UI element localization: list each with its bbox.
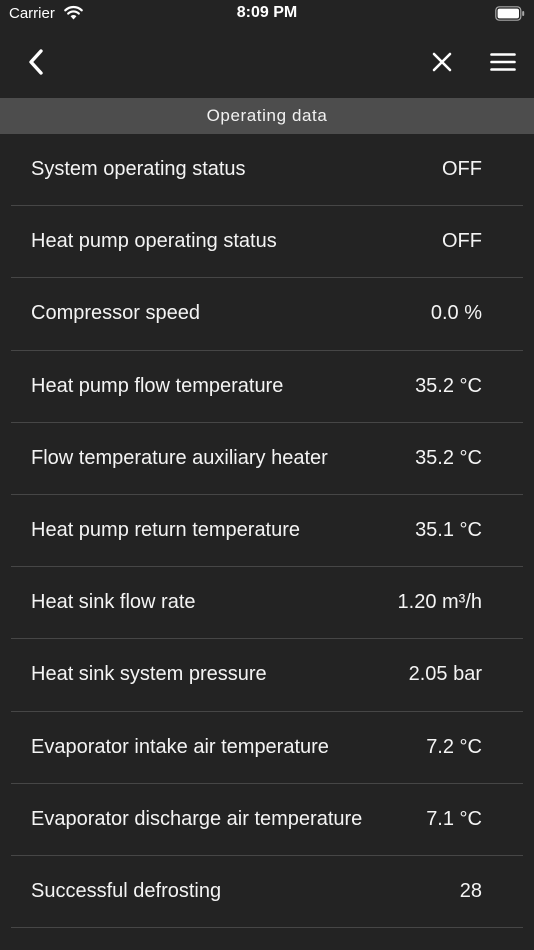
row-value: OFF — [442, 158, 482, 181]
back-button[interactable] — [18, 44, 54, 80]
section-header: Operating data — [0, 98, 534, 134]
row-label: System operating status — [31, 158, 246, 181]
navigation-bar — [0, 28, 534, 98]
row-label: Flow temperature auxiliary heater — [31, 446, 328, 469]
row-value: OFF — [442, 230, 482, 253]
row-label: Heat pump return temperature — [31, 519, 301, 542]
operating-data-list: System operating status OFF Heat pump op… — [0, 134, 534, 929]
close-icon — [432, 52, 452, 72]
screen: Carrier 8:09 PM Operating data System op… — [0, 0, 534, 950]
row-label: Heat sink system pressure — [31, 663, 267, 686]
list-item[interactable]: Flow temperature auxiliary heater 35.2 °… — [11, 423, 523, 495]
row-label: Compressor speed — [31, 302, 200, 325]
list-item[interactable]: Evaporator discharge air temperature 7.1… — [11, 784, 523, 856]
list-item[interactable]: Heat sink system pressure 2.05 bar — [11, 639, 523, 712]
list-item[interactable]: Heat pump flow temperature 35.2 °C — [11, 351, 523, 423]
row-value: 35.2 °C — [415, 374, 482, 397]
row-value: 7.1 °C — [426, 807, 482, 830]
row-value: 2.05 bar — [408, 663, 482, 686]
list-item[interactable]: Compressor speed 0.0 % — [11, 278, 523, 351]
row-label: Heat pump operating status — [31, 230, 277, 253]
row-value: 0.0 % — [430, 302, 482, 325]
list-item[interactable]: Successful defrosting 28 — [11, 856, 523, 929]
row-label: Evaporator intake air temperature — [31, 735, 329, 758]
chevron-left-icon — [29, 49, 43, 75]
row-label: Successful defrosting — [31, 879, 222, 902]
status-bar: Carrier 8:09 PM — [0, 0, 534, 28]
list-item[interactable]: Heat pump operating status OFF — [11, 206, 523, 279]
row-label: Heat sink flow rate — [31, 591, 196, 614]
row-value: 35.2 °C — [415, 446, 482, 469]
row-value: 28 — [459, 879, 482, 902]
menu-button[interactable] — [484, 44, 522, 80]
row-value: 35.1 °C — [415, 519, 482, 542]
row-label: Heat pump flow temperature — [31, 374, 284, 397]
battery-icon — [495, 6, 525, 21]
status-time: 8:09 PM — [236, 4, 298, 21]
row-label: Evaporator discharge air temperature — [31, 807, 363, 830]
list-item[interactable]: Heat sink flow rate 1.20 m³/h — [11, 567, 523, 640]
close-button[interactable] — [424, 44, 460, 80]
section-title: Operating data — [206, 106, 328, 125]
list-item[interactable]: System operating status OFF — [11, 134, 523, 207]
list-item[interactable]: Heat pump return temperature 35.1 °C — [11, 495, 523, 568]
row-value: 7.2 °C — [426, 735, 482, 758]
hamburger-menu-icon — [490, 53, 516, 71]
list-item[interactable]: Evaporator intake air temperature 7.2 °C — [11, 712, 523, 784]
row-value: 1.20 m³/h — [397, 591, 482, 614]
